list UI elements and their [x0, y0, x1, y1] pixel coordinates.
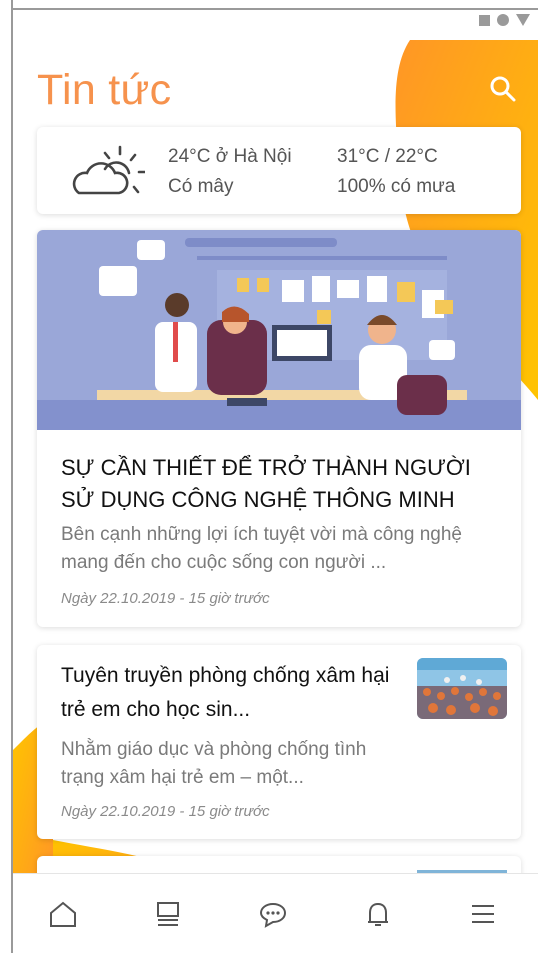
featured-article-description: Bên cạnh những lợi ích tuyệt vời mà công… — [61, 524, 462, 573]
nav-chat[interactable] — [223, 874, 323, 953]
search-button[interactable] — [487, 73, 519, 105]
nav-menu[interactable] — [433, 874, 533, 953]
device-frame-top — [11, 8, 538, 10]
home-icon — [50, 901, 76, 927]
featured-article-card[interactable]: SỰ CẦN THIẾT ĐỂ TRỞ THÀNH NGƯỜI SỬ DỤNG … — [37, 230, 521, 627]
triangle-icon — [516, 14, 530, 26]
menu-icon — [472, 905, 494, 923]
school-crowd-photo — [417, 658, 507, 719]
search-icon — [490, 76, 516, 102]
weather-condition: Có mây — [168, 176, 234, 197]
bell-icon — [368, 902, 388, 926]
nav-news[interactable] — [118, 874, 218, 953]
weather-temperature-location: 24°C ở Hà Nội — [168, 146, 292, 167]
nav-notifications[interactable] — [328, 874, 428, 953]
news-article-description: Nhằm giáo dục và phòng chống tình trạng … — [61, 739, 367, 788]
status-bar — [479, 14, 530, 26]
news-article-card[interactable]: Tuyên truyền phòng chống xâm hại trẻ em … — [37, 645, 521, 839]
page-title: Tin tức — [37, 66, 172, 114]
news-article-date: Ngày 22.10.2019 - 15 giờ trước — [61, 803, 270, 820]
weather-high-low: 31°C / 22°C — [337, 146, 438, 167]
app-screen: Tin tức 24°C ở Hà Nội Có mây 31°C / 22°C — [0, 0, 538, 953]
weather-rain-chance: 100% có mưa — [337, 176, 456, 197]
office-teamwork-illustration — [37, 230, 521, 430]
partly-cloudy-icon — [72, 145, 145, 195]
featured-article-date: Ngày 22.10.2019 - 15 giờ trước — [61, 590, 270, 607]
square-icon — [479, 14, 490, 26]
circle-icon — [497, 14, 509, 26]
nav-home[interactable] — [13, 874, 113, 953]
featured-article-title: SỰ CẦN THIẾT ĐỂ TRỞ THÀNH NGƯỜI SỬ DỤNG … — [61, 455, 471, 512]
bottom-navigation — [13, 873, 538, 953]
news-article-title: Tuyên truyền phòng chống xâm hại trẻ em … — [61, 664, 390, 721]
device-frame-left — [11, 0, 13, 953]
chat-icon — [259, 902, 287, 928]
weather-card[interactable]: 24°C ở Hà Nội Có mây 31°C / 22°C 100% có… — [37, 127, 521, 214]
news-icon — [157, 902, 179, 926]
